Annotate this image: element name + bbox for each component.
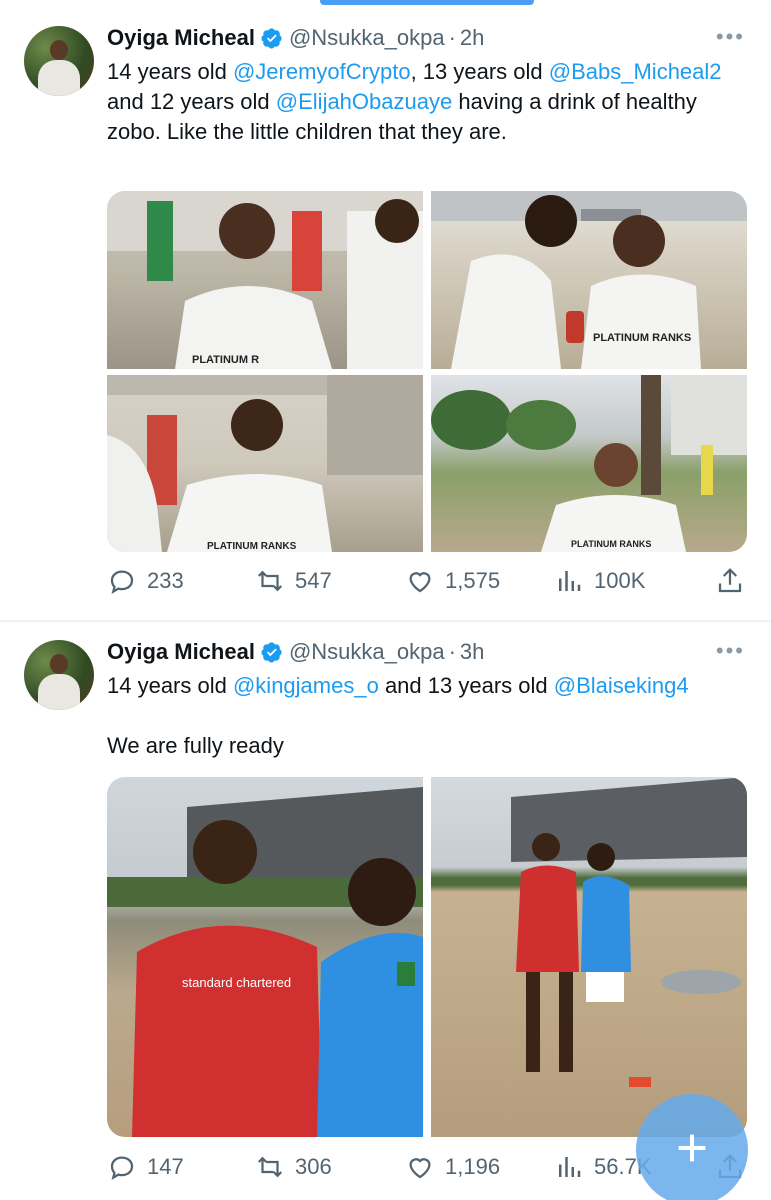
- author-name[interactable]: Oyiga Micheal: [107, 639, 255, 665]
- text-segment: and 12 years old: [107, 89, 276, 114]
- mention-link[interactable]: @ElijahObazuaye: [276, 89, 452, 114]
- like-count: 1,575: [445, 568, 501, 593]
- jersey-text: PLATINUM RANKS: [571, 539, 651, 549]
- photo-illustration: PLATINUM RANKS: [431, 191, 747, 369]
- views-count: 100K: [594, 568, 646, 593]
- more-horizontal-icon[interactable]: •••: [716, 638, 745, 664]
- mention-link[interactable]: @JeremyofCrypto: [233, 59, 411, 84]
- jersey-text: PLATINUM RANKS: [593, 332, 691, 344]
- photo-illustration: PLATINUM R: [107, 191, 423, 369]
- views-icon: [559, 1157, 581, 1177]
- share-icon: [718, 568, 742, 593]
- views-icon: [559, 571, 581, 591]
- like-button[interactable]: 1,575: [405, 566, 500, 596]
- media-grid: standard chartered: [107, 777, 747, 1137]
- tweet-actions: 233 547 1,575 100K: [107, 566, 747, 596]
- text-segment: 14 years old: [107, 673, 233, 698]
- tweet-text: 14 years old @kingjames_o and 13 years o…: [107, 671, 747, 761]
- more-horizontal-icon[interactable]: •••: [716, 24, 745, 50]
- tweet-header: Oyiga Micheal @Nsukka_okpa · 2h: [107, 24, 484, 52]
- timestamp[interactable]: 2h: [460, 25, 484, 51]
- reply-count: 233: [147, 568, 184, 593]
- photo-illustration: PLATINUM RANKS: [431, 375, 747, 552]
- tweet-text: 14 years old @JeremyofCrypto, 13 years o…: [107, 57, 747, 147]
- jersey-text: PLATINUM RANKS: [207, 541, 297, 552]
- plus-icon: [678, 1134, 706, 1162]
- text-segment: 14 years old: [107, 59, 233, 84]
- tweet-photo[interactable]: PLATINUM RANKS: [431, 375, 747, 552]
- tweet-header: Oyiga Micheal @Nsukka_okpa · 3h: [107, 638, 484, 666]
- heart-icon: [409, 1158, 431, 1179]
- author-name[interactable]: Oyiga Micheal: [107, 25, 255, 51]
- heart-icon: [409, 572, 431, 593]
- photo-illustration: standard chartered: [107, 787, 423, 1137]
- retweet-count: 306: [295, 1154, 332, 1179]
- timestamp[interactable]: 3h: [460, 639, 484, 665]
- text-line: We are fully ready: [107, 733, 284, 758]
- separator-dot: ·: [448, 639, 456, 664]
- retweet-button[interactable]: 306: [255, 1152, 332, 1182]
- text-line: 14 years old @kingjames_o and 13 years o…: [107, 671, 747, 701]
- retweet-count: 547: [295, 568, 332, 593]
- photo-illustration: [511, 777, 747, 1087]
- verified-badge-icon: [261, 642, 282, 663]
- tweet-photo[interactable]: PLATINUM RANKS: [431, 191, 747, 369]
- media-grid: PLATINUM R PLATINUM RANKS PLATINUM RANKS…: [107, 191, 747, 552]
- views-button[interactable]: 100K: [554, 566, 645, 596]
- like-button[interactable]: 1,196: [405, 1152, 500, 1182]
- mention-link[interactable]: @Babs_Micheal2: [549, 59, 722, 84]
- retweet-button[interactable]: 547: [255, 566, 332, 596]
- tweet-photo[interactable]: [431, 777, 747, 1137]
- tweet[interactable]: Oyiga Micheal @Nsukka_okpa · 2h ••• 14 y…: [0, 0, 771, 620]
- mention-link[interactable]: @kingjames_o: [233, 673, 379, 698]
- avatar[interactable]: [24, 26, 94, 96]
- tweet-photo[interactable]: PLATINUM R: [107, 191, 423, 369]
- jersey-text: standard chartered: [182, 975, 291, 990]
- reply-button[interactable]: 233: [107, 566, 184, 596]
- mention-link[interactable]: @Blaiseking4: [554, 673, 689, 698]
- reply-icon: [110, 570, 134, 594]
- author-handle[interactable]: @Nsukka_okpa: [289, 25, 445, 51]
- like-count: 1,196: [445, 1154, 501, 1179]
- reply-count: 147: [147, 1154, 184, 1179]
- verified-badge-icon: [261, 28, 282, 49]
- retweet-icon: [257, 1156, 283, 1178]
- tweet-photo[interactable]: PLATINUM RANKS: [107, 375, 423, 552]
- reply-button[interactable]: 147: [107, 1152, 184, 1182]
- tweet-photo[interactable]: standard chartered: [107, 777, 423, 1137]
- author-handle[interactable]: @Nsukka_okpa: [289, 639, 445, 665]
- photo-illustration: PLATINUM RANKS: [107, 375, 423, 552]
- jersey-text: PLATINUM R: [192, 354, 259, 366]
- avatar[interactable]: [24, 640, 94, 710]
- separator-dot: ·: [448, 25, 456, 50]
- retweet-icon: [257, 570, 283, 592]
- share-button[interactable]: [715, 566, 755, 596]
- text-segment: and 13 years old: [378, 673, 554, 698]
- text-segment: , 13 years old: [410, 59, 549, 84]
- reply-icon: [110, 1156, 134, 1180]
